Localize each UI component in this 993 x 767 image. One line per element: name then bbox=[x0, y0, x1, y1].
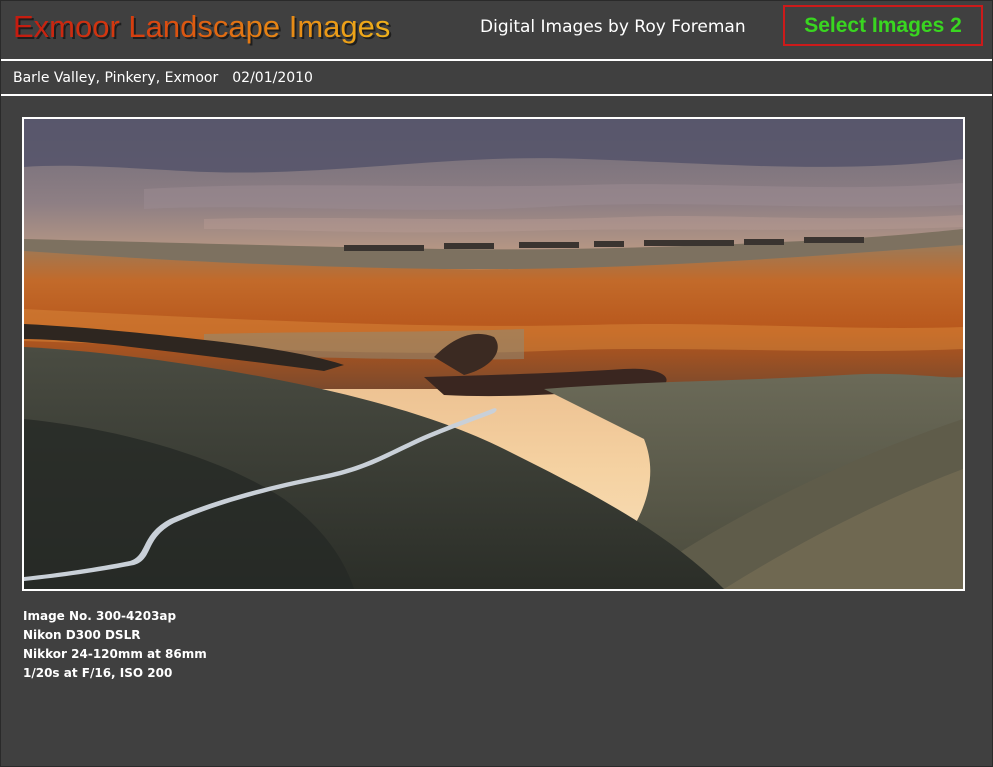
spec-camera: Nikon D300 DSLR bbox=[23, 628, 141, 642]
spec-exposure: 1/20s at F/16, ISO 200 bbox=[23, 666, 173, 680]
select-images-button[interactable]: Select Images 2 bbox=[783, 5, 983, 46]
landscape-photo-image bbox=[24, 119, 963, 589]
site-title[interactable]: Exmoor Landscape Images bbox=[13, 9, 390, 45]
image-caption: Barle Valley, Pinkery, Exmoor 02/01/2010 bbox=[13, 70, 313, 86]
header-divider bbox=[1, 59, 992, 61]
image-specs: Image No. 300-4203ap Nikon D300 DSLR Nik… bbox=[23, 607, 207, 683]
site-tagline: Digital Images by Roy Foreman bbox=[480, 17, 746, 37]
page-frame: Exmoor Landscape Images Exmoor Landscape… bbox=[0, 0, 993, 767]
spec-lens: Nikkor 24-120mm at 86mm bbox=[23, 647, 207, 661]
caption-date: 02/01/2010 bbox=[232, 70, 313, 86]
caption-divider bbox=[1, 94, 992, 96]
spec-image-number: Image No. 300-4203ap bbox=[23, 609, 177, 623]
landscape-photo[interactable] bbox=[22, 117, 965, 591]
select-images-button-label: Select Images 2 bbox=[804, 13, 962, 37]
caption-location: Barle Valley, Pinkery, Exmoor bbox=[13, 70, 219, 86]
